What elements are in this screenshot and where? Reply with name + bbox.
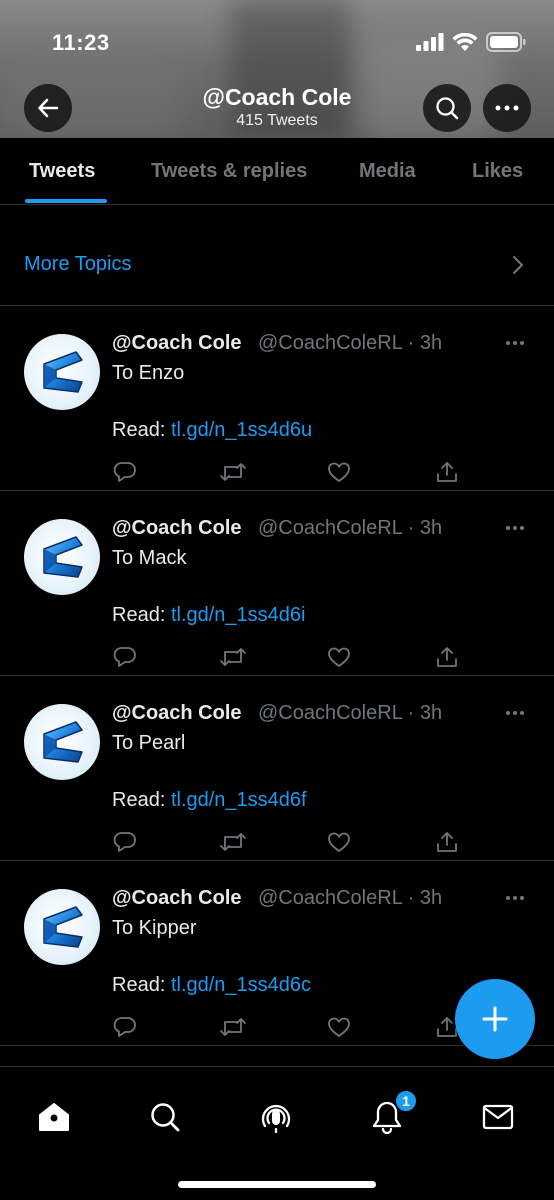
cellular-signal-icon — [416, 33, 444, 51]
share-icon[interactable] — [435, 830, 459, 854]
avatar[interactable] — [24, 704, 100, 780]
reply-icon[interactable] — [113, 830, 137, 854]
more-button[interactable] — [483, 84, 531, 132]
compose-tweet-button[interactable] — [455, 979, 535, 1059]
tweet-read-line: Read: tl.gd/n_1ss4d6u — [112, 419, 312, 442]
tweet-handle-time: @CoachColeRL · 3h — [258, 887, 443, 909]
home-icon — [39, 1103, 69, 1131]
notification-badge: 1 — [394, 1089, 418, 1113]
retweet-icon[interactable] — [219, 645, 247, 669]
messages-envelope-icon — [482, 1104, 514, 1130]
bottom-navigation: 1 — [0, 1066, 554, 1200]
tweet-read-line: Read: tl.gd/n_1ss4d6f — [112, 789, 307, 812]
tab-media[interactable]: Media — [359, 160, 416, 183]
tweet-more-icon[interactable] — [505, 340, 525, 346]
team-logo-icon — [43, 536, 83, 578]
tweet-text: To Enzo — [112, 362, 185, 384]
tweet-link[interactable]: tl.gd/n_1ss4d6u — [171, 419, 312, 441]
tab-likes[interactable]: Likes — [472, 160, 523, 183]
avatar[interactable] — [24, 519, 100, 595]
search-button[interactable] — [423, 84, 471, 132]
tweet-handle-time: @CoachColeRL · 3h — [258, 332, 443, 354]
tab-tweets[interactable]: Tweets — [29, 160, 95, 183]
tweet-read-label: Read: — [112, 604, 166, 626]
tweet-handle-time: @CoachColeRL · 3h — [258, 702, 443, 724]
share-icon[interactable] — [435, 645, 459, 669]
active-tab-indicator — [25, 199, 107, 203]
retweet-icon[interactable] — [219, 1015, 247, 1039]
search-icon — [436, 97, 459, 120]
share-icon[interactable] — [435, 460, 459, 484]
reply-icon[interactable] — [113, 645, 137, 669]
tweet-read-line: Read: tl.gd/n_1ss4d6c — [112, 974, 311, 997]
nav-spaces[interactable] — [256, 1097, 296, 1137]
more-topics-row[interactable]: More Topics — [0, 205, 554, 306]
tweet-link[interactable]: tl.gd/n_1ss4d6f — [171, 789, 307, 811]
nav-explore[interactable] — [145, 1097, 185, 1137]
like-icon[interactable] — [327, 645, 351, 669]
reply-icon[interactable] — [113, 1015, 137, 1039]
tweet-more-icon[interactable] — [505, 525, 525, 531]
like-icon[interactable] — [327, 1015, 351, 1039]
tweet-count: 415 Tweets — [236, 112, 318, 129]
tweet-read-line: Read: tl.gd/n_1ss4d6i — [112, 604, 305, 627]
nav-messages[interactable] — [478, 1097, 518, 1137]
tweet-link[interactable]: tl.gd/n_1ss4d6c — [171, 974, 311, 996]
tweet[interactable]: @Coach Cole @CoachColeRL · 3h To Mack Re… — [0, 491, 554, 676]
tweet-more-icon[interactable] — [505, 895, 525, 901]
chevron-right-icon — [513, 256, 523, 274]
tweet-link[interactable]: tl.gd/n_1ss4d6i — [171, 604, 306, 626]
compose-icon — [482, 1006, 508, 1032]
tweet-author-name[interactable]: @Coach Cole — [112, 887, 242, 910]
more-topics-label: More Topics — [24, 253, 132, 275]
profile-tabs: Tweets Tweets & replies Media Likes — [0, 138, 554, 205]
tweet-text: To Mack — [112, 547, 187, 569]
home-indicator — [178, 1181, 376, 1188]
tweet-author-name[interactable]: @Coach Cole — [112, 517, 242, 540]
tweet-read-label: Read: — [112, 974, 166, 996]
tweet-handle-time: @CoachColeRL · 3h — [258, 517, 443, 539]
like-icon[interactable] — [327, 460, 351, 484]
tweet-author-name[interactable]: @Coach Cole — [112, 702, 242, 725]
tweet-read-label: Read: — [112, 419, 166, 441]
reply-icon[interactable] — [113, 460, 137, 484]
team-logo-icon — [43, 906, 83, 948]
avatar[interactable] — [24, 334, 100, 410]
explore-search-icon — [151, 1103, 180, 1132]
team-logo-icon — [43, 721, 83, 763]
tweet-text: To Kipper — [112, 917, 197, 939]
more-icon — [495, 105, 519, 111]
like-icon[interactable] — [327, 830, 351, 854]
retweet-icon[interactable] — [219, 830, 247, 854]
tweet-author-name[interactable]: @Coach Cole — [112, 332, 242, 355]
tweet[interactable]: @Coach Cole @CoachColeRL · 3h To Enzo Re… — [0, 306, 554, 491]
tweet-text: To Pearl — [112, 732, 186, 754]
status-time: 11:23 — [52, 30, 110, 55]
nav-home[interactable] — [34, 1097, 74, 1137]
tab-tweets-and-replies[interactable]: Tweets & replies — [151, 160, 307, 183]
team-logo-icon — [43, 351, 83, 393]
spaces-icon — [261, 1105, 291, 1134]
tweet-read-label: Read: — [112, 789, 166, 811]
status-icons — [416, 32, 526, 52]
avatar[interactable] — [24, 889, 100, 965]
tweet-more-icon[interactable] — [505, 710, 525, 716]
tweet[interactable]: @Coach Cole @CoachColeRL · 3h To Pearl R… — [0, 676, 554, 861]
wifi-icon — [452, 32, 478, 51]
retweet-icon[interactable] — [219, 460, 247, 484]
battery-icon — [486, 32, 526, 52]
